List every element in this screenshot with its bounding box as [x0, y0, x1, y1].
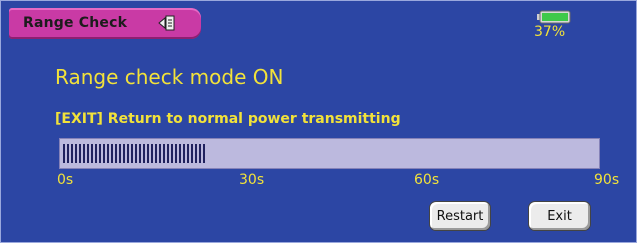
restart-button[interactable]: Restart — [429, 201, 491, 231]
exit-button[interactable]: Exit — [528, 201, 591, 231]
range-check-screen: Range Check 37% Range check mode ON [EXI… — [0, 0, 637, 243]
progress-tick-90s: 90s — [594, 172, 620, 188]
range-check-progress-bar — [59, 138, 600, 169]
range-check-status: Range check mode ON — [55, 65, 284, 89]
title-tab: Range Check — [9, 8, 201, 39]
range-check-progress-fill — [63, 144, 207, 163]
progress-tick-60s: 60s — [414, 172, 440, 188]
back-arrow-icon[interactable] — [157, 14, 177, 32]
page-title: Range Check — [23, 15, 128, 31]
battery-percentage: 37% — [534, 24, 566, 40]
exit-hint: [EXIT] Return to normal power transmitti… — [55, 111, 401, 127]
battery-icon — [537, 10, 571, 24]
progress-tick-30s: 30s — [239, 172, 265, 188]
progress-tick-0s: 0s — [57, 172, 74, 188]
